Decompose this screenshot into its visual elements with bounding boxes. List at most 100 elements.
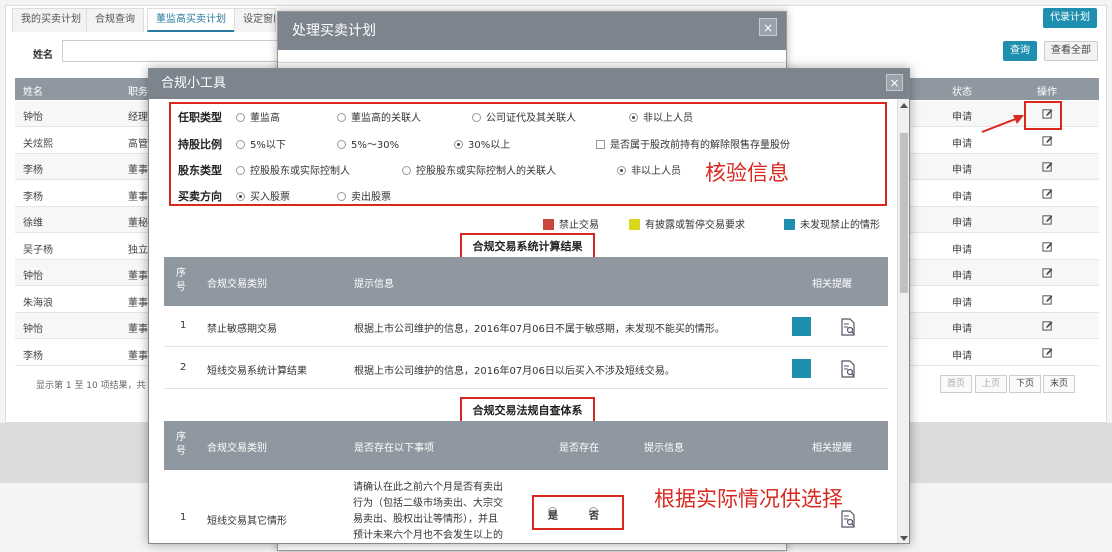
row-status: 申请 xyxy=(952,324,972,335)
edit-icon[interactable] xyxy=(1042,294,1053,305)
row-status: 申请 xyxy=(952,218,972,229)
s2-row-no: 1 xyxy=(180,512,187,523)
scrollbar[interactable] xyxy=(897,99,909,543)
query-button[interactable]: 查询 xyxy=(1003,41,1037,61)
row-position: 董事 xyxy=(128,350,148,362)
checkbox-icon[interactable] xyxy=(596,140,605,149)
role-option-label: 董监高 xyxy=(250,113,280,124)
tab-set-window[interactable]: 设定窗口 xyxy=(234,8,276,32)
row-position: 董事 xyxy=(128,271,148,282)
radio-icon[interactable] xyxy=(472,113,481,122)
radio-icon[interactable] xyxy=(337,113,346,122)
radio-icon[interactable] xyxy=(236,113,245,122)
row-status: 申请 xyxy=(952,112,972,123)
shareholder-option-1[interactable]: 控股股东或实际控制人的关联人 xyxy=(402,162,556,177)
s2-header-info: 提示信息 xyxy=(644,443,684,454)
s2-header-no: 序号 xyxy=(176,432,186,457)
shareholder-option-0[interactable]: 控股股东或实际控制人 xyxy=(236,162,350,177)
role-option-2[interactable]: 公司证代及其关联人 xyxy=(472,109,576,124)
holding-option-0[interactable]: 5%以下 xyxy=(236,136,286,151)
radio-selected-icon[interactable] xyxy=(236,192,245,201)
scroll-up-icon[interactable] xyxy=(900,103,908,108)
name-search-label: 姓名 xyxy=(33,50,53,61)
row-status: 申请 xyxy=(952,138,972,150)
radio-selected-icon[interactable] xyxy=(454,140,463,149)
unlocked-shares-checkbox[interactable]: 是否属于股改前持有的解除限售存量股份 xyxy=(596,136,790,151)
tab-executive-plans[interactable]: 董监高买卖计划 xyxy=(147,8,235,32)
s1-row-no: 2 xyxy=(180,362,187,373)
radio-icon[interactable] xyxy=(337,140,346,149)
holding-option-label: 30%以上 xyxy=(468,140,511,151)
role-option-1[interactable]: 董监高的关联人 xyxy=(337,109,421,124)
s1-row-info: 根据上市公司维护的信息，2016年07月06日不属于敏感期，未发现不能买的情形。 xyxy=(354,324,725,335)
status-clear-indicator xyxy=(792,359,811,378)
radio-icon[interactable] xyxy=(337,192,346,201)
role-option-0[interactable]: 董监高 xyxy=(236,109,280,124)
pager-prev[interactable]: 上页 xyxy=(975,375,1008,393)
verify-info-annotation: 核验信息 xyxy=(705,161,789,185)
scroll-thumb[interactable] xyxy=(900,133,908,293)
radio-icon[interactable] xyxy=(236,166,245,175)
shareholder-option-label: 控股股东或实际控制人 xyxy=(250,166,350,177)
edit-icon[interactable] xyxy=(1042,241,1053,252)
s2-header-question: 是否存在以下事项 xyxy=(354,443,434,454)
row-status: 申请 xyxy=(952,191,972,203)
radio-icon[interactable] xyxy=(402,166,411,175)
divider xyxy=(278,62,786,63)
section2-table-header: 序号 合规交易类别 是否存在以下事项 是否存在 提示信息 相关提醒 xyxy=(164,421,888,470)
s1-row-no: 1 xyxy=(180,320,187,331)
pager-first[interactable]: 首页 xyxy=(940,375,973,393)
checkbox-label: 是否属于股改前持有的解除限售存量股份 xyxy=(610,140,790,151)
tab-compliance-query[interactable]: 合规查询 xyxy=(86,8,144,32)
edit-icon[interactable] xyxy=(1042,188,1053,199)
edit-icon[interactable] xyxy=(1042,161,1053,172)
s1-row-info: 根据上市公司维护的信息，2016年07月06日以后买入不涉及短线交易。 xyxy=(354,366,675,377)
exists-yes-label: 是 xyxy=(548,511,558,522)
row-name: 李杨 xyxy=(23,350,43,362)
direction-option-0[interactable]: 买入股票 xyxy=(236,188,290,203)
pager-last[interactable]: 末页 xyxy=(1043,375,1076,393)
s2-row-question-line-3: 易卖出、股权出让等情形），并且 xyxy=(353,514,498,525)
legend-label: 有披露或暂停交易要求 xyxy=(645,220,745,231)
holding-option-label: 5%～30% xyxy=(351,140,400,151)
row-position: 经理 xyxy=(128,112,148,123)
edit-icon[interactable] xyxy=(1042,347,1053,358)
edit-icon[interactable] xyxy=(1042,320,1053,331)
edit-icon[interactable] xyxy=(1042,214,1053,225)
edit-icon[interactable] xyxy=(1042,267,1053,278)
row-position: 董事 xyxy=(128,191,148,203)
holding-option-2[interactable]: 30%以上 xyxy=(454,136,510,151)
compliance-tool-close-button[interactable]: × xyxy=(886,74,903,91)
proxy-plan-button[interactable]: 代录计划 xyxy=(1043,8,1097,28)
row-status: 申请 xyxy=(952,271,972,282)
radio-selected-icon[interactable] xyxy=(617,166,626,175)
row-status: 申请 xyxy=(952,350,972,362)
radio-icon[interactable] xyxy=(236,140,245,149)
tab-my-plans[interactable]: 我的买卖计划 xyxy=(12,8,90,32)
view-all-button[interactable]: 查看全部 xyxy=(1044,41,1098,61)
document-search-icon[interactable] xyxy=(840,360,856,378)
legend-label: 未发现禁止的情形 xyxy=(800,220,880,231)
s2-row-type: 短线交易其它情形 xyxy=(207,516,287,527)
choose-annotation: 根据实际情况供选择 xyxy=(654,487,843,511)
header-position: 职务 xyxy=(128,87,148,98)
holding-option-1[interactable]: 5%～30% xyxy=(337,136,399,151)
direction-label: 买卖方向 xyxy=(178,190,222,203)
process-plan-close-button[interactable]: × xyxy=(759,18,777,36)
shareholder-option-2[interactable]: 非以上人员 xyxy=(617,162,681,177)
s2-row-question-line-1: 请确认在此之前六个月是否有卖出 xyxy=(353,482,503,493)
row-position: 董秘 xyxy=(128,218,148,229)
pager-next[interactable]: 下页 xyxy=(1009,375,1042,393)
document-search-icon[interactable] xyxy=(840,318,856,336)
row-status: 申请 xyxy=(952,165,972,176)
name-search-input[interactable] xyxy=(62,40,278,62)
row-position: 独立 xyxy=(128,244,148,256)
row-name: 徐维 xyxy=(23,218,43,229)
s1-header-no: 序号 xyxy=(176,268,186,293)
table-row: 1 禁止敏感期交易 根据上市公司维护的信息，2016年07月06日不属于敏感期，… xyxy=(164,306,888,347)
row-name: 吴子杨 xyxy=(23,244,53,256)
radio-selected-icon[interactable] xyxy=(629,113,638,122)
direction-option-1[interactable]: 卖出股票 xyxy=(337,188,391,203)
scroll-down-icon[interactable] xyxy=(900,536,908,541)
role-option-3[interactable]: 非以上人员 xyxy=(629,109,693,124)
